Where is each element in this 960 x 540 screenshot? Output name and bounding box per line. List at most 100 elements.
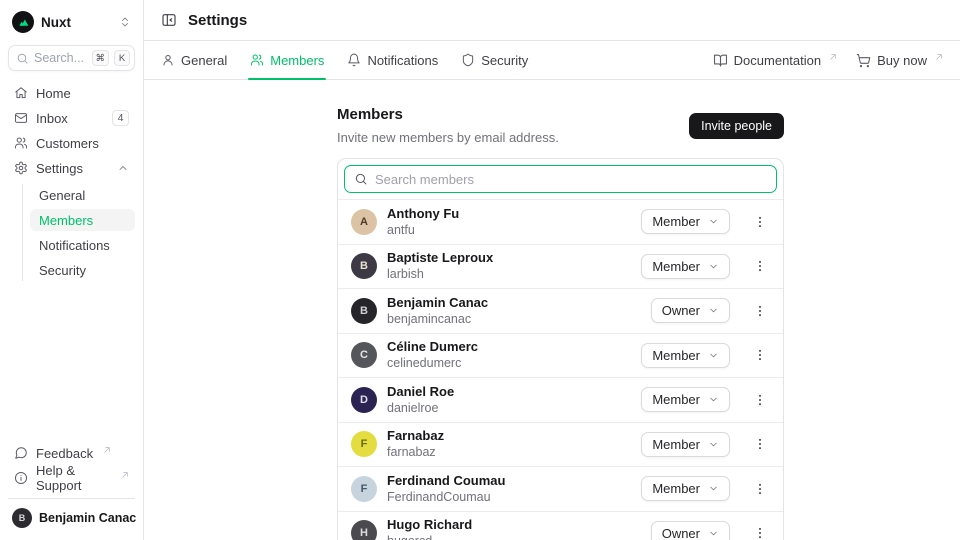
role-select[interactable]: Member [641, 387, 730, 412]
chevron-down-icon [708, 216, 719, 227]
users-icon [250, 53, 264, 67]
tab-members[interactable]: Members [250, 41, 324, 79]
member-username: hugorcd [387, 534, 472, 540]
user-name: Benjamin Canac [39, 511, 136, 525]
kbd-meta: ⌘ [92, 50, 110, 66]
chevron-down-icon [708, 394, 719, 405]
sidebar-nav: Home Inbox 4 Customers Settings [8, 82, 135, 281]
sidebar-item-label: Home [36, 86, 71, 101]
sidebar-subitem-general[interactable]: General [30, 184, 135, 206]
row-actions-button[interactable] [750, 210, 770, 234]
member-username: antfu [387, 223, 459, 238]
documentation-link[interactable]: Documentation [713, 53, 837, 68]
row-actions-button[interactable] [750, 388, 770, 412]
sidebar-spacer [8, 281, 135, 442]
header-link-label: Documentation [734, 53, 821, 68]
sidebar-subitem-label: General [39, 188, 85, 203]
role-select[interactable]: Member [641, 209, 730, 234]
chevron-down-icon [708, 483, 719, 494]
member-name: Anthony Fu [387, 206, 459, 222]
panel-left-icon[interactable] [161, 12, 177, 28]
user-menu[interactable]: B Benjamin Canac [8, 498, 135, 530]
sidebar-search[interactable]: Search... ⌘ K [8, 45, 135, 71]
sidebar-item-home[interactable]: Home [8, 82, 135, 104]
member-name: Benjamin Canac [387, 295, 488, 311]
row-actions-button[interactable] [750, 343, 770, 367]
kbd-k: K [114, 50, 130, 66]
team-switcher[interactable]: Nuxt [8, 8, 135, 36]
member-username: larbish [387, 267, 493, 282]
sidebar-subitem-label: Members [39, 213, 93, 228]
sidebar-subitem-label: Notifications [39, 238, 110, 253]
users-icon [14, 136, 28, 150]
row-actions-button[interactable] [750, 299, 770, 323]
tab-general[interactable]: General [161, 41, 227, 79]
sidebar-item-settings[interactable]: Settings [8, 157, 135, 179]
avatar: B [351, 253, 377, 279]
member-search-input[interactable] [375, 172, 767, 187]
tab-notifications[interactable]: Notifications [347, 41, 438, 79]
settings-subnav: General Members Notifications Security [22, 184, 135, 281]
row-actions-button[interactable] [750, 477, 770, 501]
info-circle-icon [14, 471, 28, 485]
row-actions-button[interactable] [750, 521, 770, 540]
role-select[interactable]: Member [641, 254, 730, 279]
member-search-field [344, 165, 777, 193]
book-icon [713, 53, 728, 68]
member-identity: Farnabaz farnabaz [387, 428, 444, 460]
member-row: B Benjamin Canac benjamincanac Owner [338, 288, 783, 333]
sidebar-subitem-security[interactable]: Security [30, 259, 135, 281]
member-identity: Anthony Fu antfu [387, 206, 459, 238]
chevron-down-icon [708, 350, 719, 361]
tab-label: Security [481, 53, 528, 68]
role-select[interactable]: Member [641, 343, 730, 368]
member-row: F Farnabaz farnabaz Member [338, 422, 783, 467]
inbox-icon [14, 111, 28, 125]
inbox-count-badge: 4 [112, 110, 129, 126]
member-identity: Hugo Richard hugorcd [387, 517, 472, 540]
sidebar-item-customers[interactable]: Customers [8, 132, 135, 154]
member-row: D Daniel Roe danielroe Member [338, 377, 783, 422]
sidebar: Nuxt Search... ⌘ K Home Inbox 4 [0, 0, 144, 540]
tab-security[interactable]: Security [461, 41, 528, 79]
sidebar-subitem-notifications[interactable]: Notifications [30, 234, 135, 256]
sidebar-subitem-members[interactable]: Members [30, 209, 135, 231]
external-link-icon [935, 53, 943, 61]
sidebar-search-placeholder: Search... [34, 51, 87, 65]
member-username: benjamincanac [387, 312, 488, 327]
avatar: D [351, 387, 377, 413]
sidebar-item-label: Settings [36, 161, 83, 176]
cart-icon [856, 53, 871, 68]
role-select[interactable]: Member [641, 432, 730, 457]
page-header: Settings [144, 0, 960, 41]
avatar: C [351, 342, 377, 368]
role-value: Member [652, 437, 700, 452]
members-panel: A Anthony Fu antfu Member B Baptiste Lep… [337, 158, 784, 540]
invite-people-button[interactable]: Invite people [689, 113, 784, 139]
settings-tabbar: General Members Notifications Security D… [144, 41, 960, 80]
role-value: Member [652, 214, 700, 229]
tab-label: General [181, 53, 227, 68]
member-name: Céline Dumerc [387, 339, 478, 355]
chevron-down-icon [708, 528, 719, 539]
row-actions-button[interactable] [750, 432, 770, 456]
chevron-down-icon [708, 305, 719, 316]
member-username: danielroe [387, 401, 454, 416]
buy-now-link[interactable]: Buy now [856, 53, 943, 68]
member-name: Daniel Roe [387, 384, 454, 400]
help-support-link[interactable]: Help & Support [8, 467, 135, 489]
row-actions-button[interactable] [750, 254, 770, 278]
member-identity: Baptiste Leproux larbish [387, 250, 493, 282]
member-identity: Daniel Roe danielroe [387, 384, 454, 416]
role-select[interactable]: Owner [651, 298, 730, 323]
sidebar-item-inbox[interactable]: Inbox 4 [8, 107, 135, 129]
external-link-icon [103, 446, 111, 454]
gear-icon [14, 161, 28, 175]
search-icon [16, 52, 29, 65]
role-select[interactable]: Member [641, 476, 730, 501]
role-select[interactable]: Owner [651, 521, 730, 540]
members-content: Members Invite new members by email addr… [144, 80, 960, 540]
house-icon [14, 86, 28, 100]
member-username: FerdinandCoumau [387, 490, 505, 505]
feedback-link[interactable]: Feedback [8, 442, 135, 464]
